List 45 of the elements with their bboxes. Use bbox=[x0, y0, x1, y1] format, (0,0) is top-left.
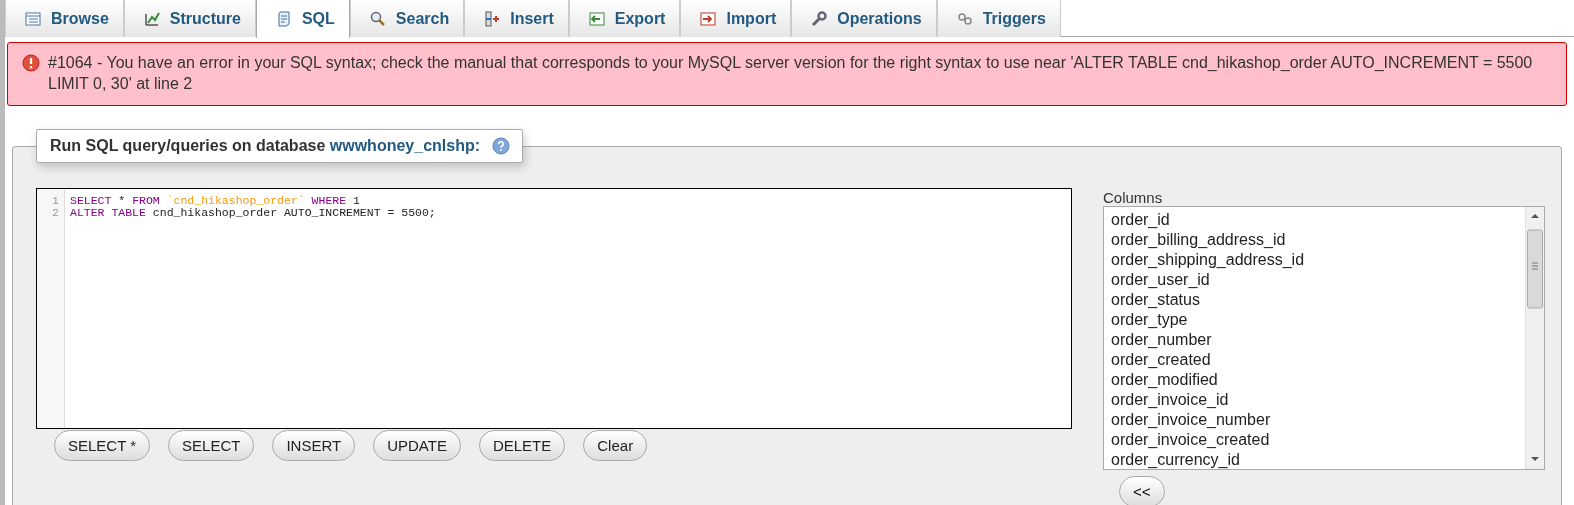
tab[interactable]: Browse bbox=[5, 0, 124, 37]
column-item[interactable]: order_created bbox=[1104, 350, 1525, 370]
column-item[interactable]: order_status bbox=[1104, 290, 1525, 310]
column-item[interactable]: order_invoice_created bbox=[1104, 430, 1525, 450]
columns-list[interactable] bbox=[1103, 206, 1545, 470]
sql-editor[interactable]: 1 2 SELECT * FROM `cnd_hikashop_order` WHERE 1 ALTER TABLE cnd_hikashop_order AUTO_INCREMENT = 5500; bbox=[36, 188, 1072, 429]
tab[interactable]: Search bbox=[349, 0, 465, 37]
table-icon bbox=[24, 9, 42, 28]
column-item[interactable]: order_number bbox=[1104, 330, 1525, 350]
tab[interactable]: Structure bbox=[123, 0, 256, 37]
tab[interactable]: Triggers bbox=[936, 0, 1061, 37]
query-button[interactable]: DELETE bbox=[478, 430, 566, 461]
query-button[interactable]: UPDATE bbox=[373, 430, 461, 461]
column-item[interactable]: order_type bbox=[1104, 310, 1525, 330]
columns-label: Columns bbox=[1103, 189, 1164, 206]
column-item[interactable]: order_invoice_number bbox=[1104, 410, 1525, 430]
wrench-icon bbox=[810, 9, 829, 28]
column-item[interactable]: order_id bbox=[1104, 210, 1525, 230]
column-item[interactable]: order_billing_address_id bbox=[1104, 230, 1525, 250]
error-text: #1064 - You have an error in your SQL syntax; check the manual that corresponds to your MySQL server version for the right syntax to use near 'ALTER TABLE cnd_hikashop_order AUTO_INCREMENT = 5500 LIMIT 0, 30' at line 2 bbox=[48, 53, 1534, 94]
column-item[interactable]: order_user_id bbox=[1104, 270, 1525, 290]
code-line: SELECT * FROM `cnd_hikashop_order` WHERE 1 bbox=[70, 195, 361, 207]
column-item[interactable]: order_invoice_id bbox=[1104, 390, 1525, 410]
scrollbar[interactable] bbox=[1525, 207, 1544, 469]
query-button[interactable]: SELECT * bbox=[54, 430, 151, 461]
column-item[interactable]: order_shipping_address_id bbox=[1104, 250, 1525, 270]
query-button[interactable]: Clear bbox=[583, 430, 648, 461]
query-button[interactable]: SELECT bbox=[168, 430, 255, 461]
help-icon[interactable] bbox=[492, 137, 511, 155]
column-item[interactable]: order_currency_id bbox=[1104, 450, 1525, 469]
insert-column-button[interactable]: << bbox=[1119, 476, 1165, 505]
tab[interactable]: Operations bbox=[791, 0, 937, 37]
tab[interactable]: Insert bbox=[464, 0, 569, 37]
line-number: 2 bbox=[51, 207, 60, 219]
legend-title: Run SQL query/queries on database wwwhoney_cnlshp: bbox=[50, 137, 481, 155]
query-button[interactable]: INSERT bbox=[272, 430, 356, 461]
column-item[interactable]: order_modified bbox=[1104, 370, 1525, 390]
error-icon bbox=[22, 54, 40, 72]
code-line: ALTER TABLE cnd_hikashop_order AUTO_INCREMENT = 5500; bbox=[70, 207, 436, 219]
line-number: 1 bbox=[51, 195, 60, 207]
tab[interactable]: Export bbox=[568, 0, 681, 37]
tab[interactable]: Import bbox=[680, 0, 792, 37]
insert-icon bbox=[483, 9, 502, 28]
tab[interactable]: SQL bbox=[255, 0, 350, 38]
search-icon bbox=[368, 9, 387, 28]
